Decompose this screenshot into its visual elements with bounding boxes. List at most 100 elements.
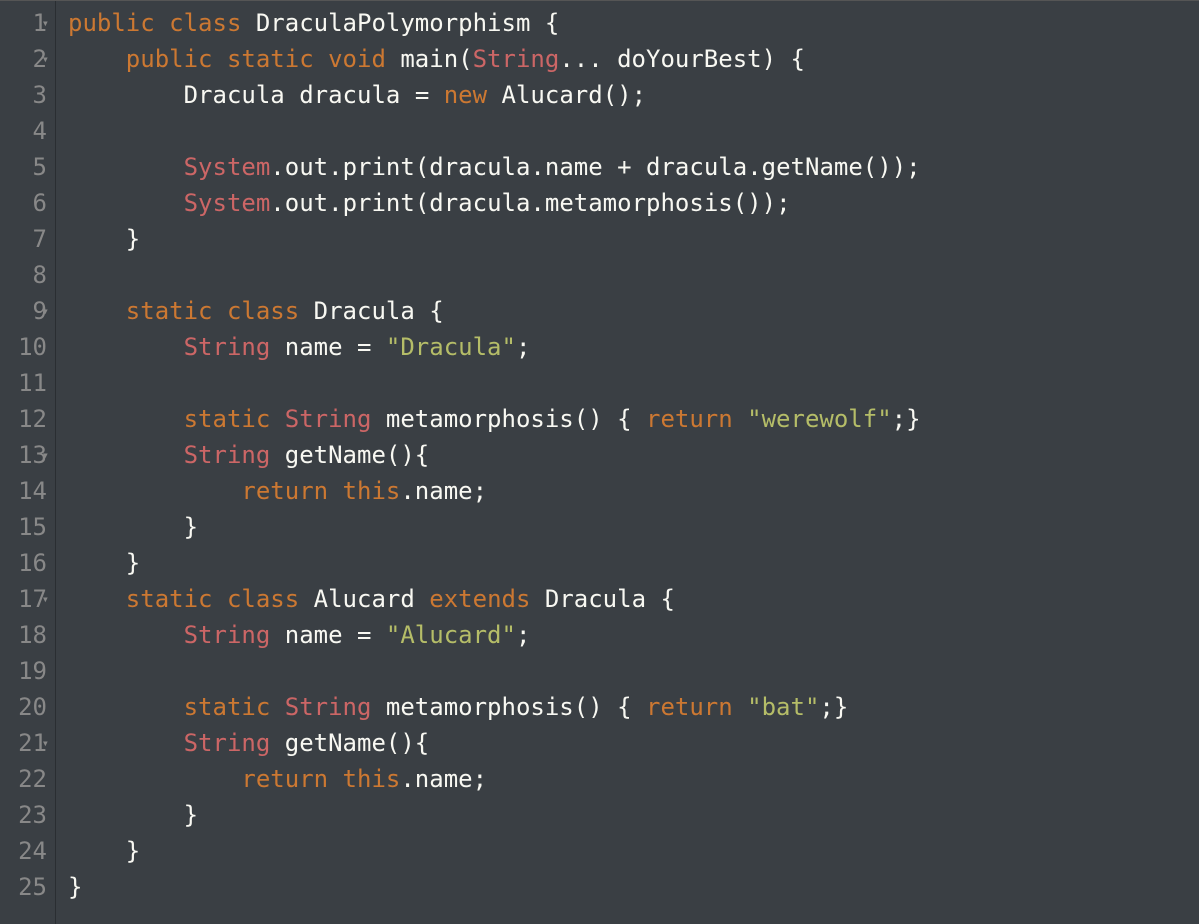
code-line[interactable]: }: [68, 869, 1199, 905]
code-area[interactable]: public class DraculaPolymorphism { publi…: [56, 1, 1199, 924]
code-token: return: [241, 473, 328, 509]
code-token: static: [184, 689, 271, 725]
code-token: () {: [574, 401, 646, 437]
code-line[interactable]: [68, 257, 1199, 293]
code-line[interactable]: }: [68, 833, 1199, 869]
code-token: [632, 149, 646, 185]
code-line[interactable]: static String metamorphosis() { return "…: [68, 689, 1199, 725]
code-token: .: [400, 473, 414, 509]
code-token: =: [357, 329, 371, 365]
code-token: ());: [863, 149, 921, 185]
code-token: String: [184, 437, 271, 473]
code-token: name: [415, 761, 473, 797]
code-token: [213, 581, 227, 617]
code-token: name: [415, 473, 473, 509]
code-line[interactable]: static class Alucard extends Dracula {: [68, 581, 1199, 617]
code-line[interactable]: String getName(){: [68, 725, 1199, 761]
line-number: 18: [4, 617, 47, 653]
code-token: metamorphosis: [386, 401, 574, 437]
fold-marker-icon[interactable]: ▾: [42, 593, 49, 605]
code-line[interactable]: public class DraculaPolymorphism {: [68, 5, 1199, 41]
line-number: 23: [4, 797, 47, 833]
code-token: [386, 41, 400, 77]
code-token: System: [184, 149, 271, 185]
code-line[interactable]: }: [68, 797, 1199, 833]
code-token: }: [68, 869, 82, 905]
code-token: (){: [386, 725, 429, 761]
code-token: "bat": [747, 689, 819, 725]
code-token: (: [458, 41, 472, 77]
code-token: [270, 437, 284, 473]
code-token: new: [444, 77, 487, 113]
code-line[interactable]: }: [68, 545, 1199, 581]
code-token: [213, 41, 227, 77]
code-line[interactable]: System.out.print(dracula.name + dracula.…: [68, 149, 1199, 185]
code-token: [285, 77, 299, 113]
code-token: ) {: [762, 41, 805, 77]
line-number: 12: [4, 401, 47, 437]
code-token: print: [343, 149, 415, 185]
code-token: .: [328, 149, 342, 185]
code-token: [68, 185, 184, 221]
code-token: print: [343, 185, 415, 221]
code-token: [241, 5, 255, 41]
code-token: metamorphosis: [386, 689, 574, 725]
code-token: ;: [473, 761, 487, 797]
line-number: 25: [4, 869, 47, 905]
code-token: String: [184, 329, 271, 365]
fold-marker-icon[interactable]: ▾: [42, 53, 49, 65]
code-line[interactable]: static class Dracula {: [68, 293, 1199, 329]
code-line[interactable]: String name = "Dracula";: [68, 329, 1199, 365]
code-token: }: [68, 221, 140, 257]
code-token: String: [285, 401, 372, 437]
code-token: [68, 617, 184, 653]
code-token: [733, 401, 747, 437]
code-token: [415, 581, 429, 617]
code-token: out: [285, 149, 328, 185]
code-line[interactable]: }: [68, 221, 1199, 257]
code-line[interactable]: System.out.print(dracula.metamorphosis()…: [68, 185, 1199, 221]
line-number: 11: [4, 365, 47, 401]
code-token: =: [357, 617, 371, 653]
code-line[interactable]: [68, 653, 1199, 689]
code-token: void: [328, 41, 386, 77]
code-line[interactable]: Dracula dracula = new Alucard();: [68, 77, 1199, 113]
fold-marker-icon[interactable]: ▾: [42, 17, 49, 29]
code-line[interactable]: public static void main(String... doYour…: [68, 41, 1199, 77]
code-line[interactable]: return this.name;: [68, 761, 1199, 797]
code-token: [371, 689, 385, 725]
code-token: [530, 581, 544, 617]
line-number: 19: [4, 653, 47, 689]
code-token: [733, 689, 747, 725]
code-line[interactable]: }: [68, 509, 1199, 545]
code-token: getName: [285, 437, 386, 473]
code-line[interactable]: [68, 365, 1199, 401]
code-token: }: [68, 545, 140, 581]
code-token: ;: [516, 329, 530, 365]
code-editor[interactable]: 1▾2▾3456789▾10111213▾14151617▾18192021▾2…: [0, 1, 1199, 924]
code-token: public: [126, 41, 213, 77]
code-token: static: [184, 401, 271, 437]
line-number: 3: [4, 77, 47, 113]
code-line[interactable]: String getName(){: [68, 437, 1199, 473]
code-token: [371, 329, 385, 365]
code-token: return: [241, 761, 328, 797]
code-token: [270, 329, 284, 365]
code-token: .: [530, 185, 544, 221]
code-token: Alucard: [502, 77, 603, 113]
code-line[interactable]: [68, 113, 1199, 149]
fold-marker-icon[interactable]: ▾: [42, 305, 49, 317]
code-token: dracula: [299, 77, 400, 113]
fold-marker-icon[interactable]: ▾: [42, 449, 49, 461]
code-token: }: [68, 509, 198, 545]
line-number: 10: [4, 329, 47, 365]
code-token: () {: [574, 689, 646, 725]
code-token: String: [473, 41, 560, 77]
code-line[interactable]: return this.name;: [68, 473, 1199, 509]
code-token: getName: [762, 149, 863, 185]
code-token: static: [227, 41, 314, 77]
fold-marker-icon[interactable]: ▾: [42, 737, 49, 749]
code-line[interactable]: String name = "Alucard";: [68, 617, 1199, 653]
code-line[interactable]: static String metamorphosis() { return "…: [68, 401, 1199, 437]
code-token: =: [415, 77, 429, 113]
